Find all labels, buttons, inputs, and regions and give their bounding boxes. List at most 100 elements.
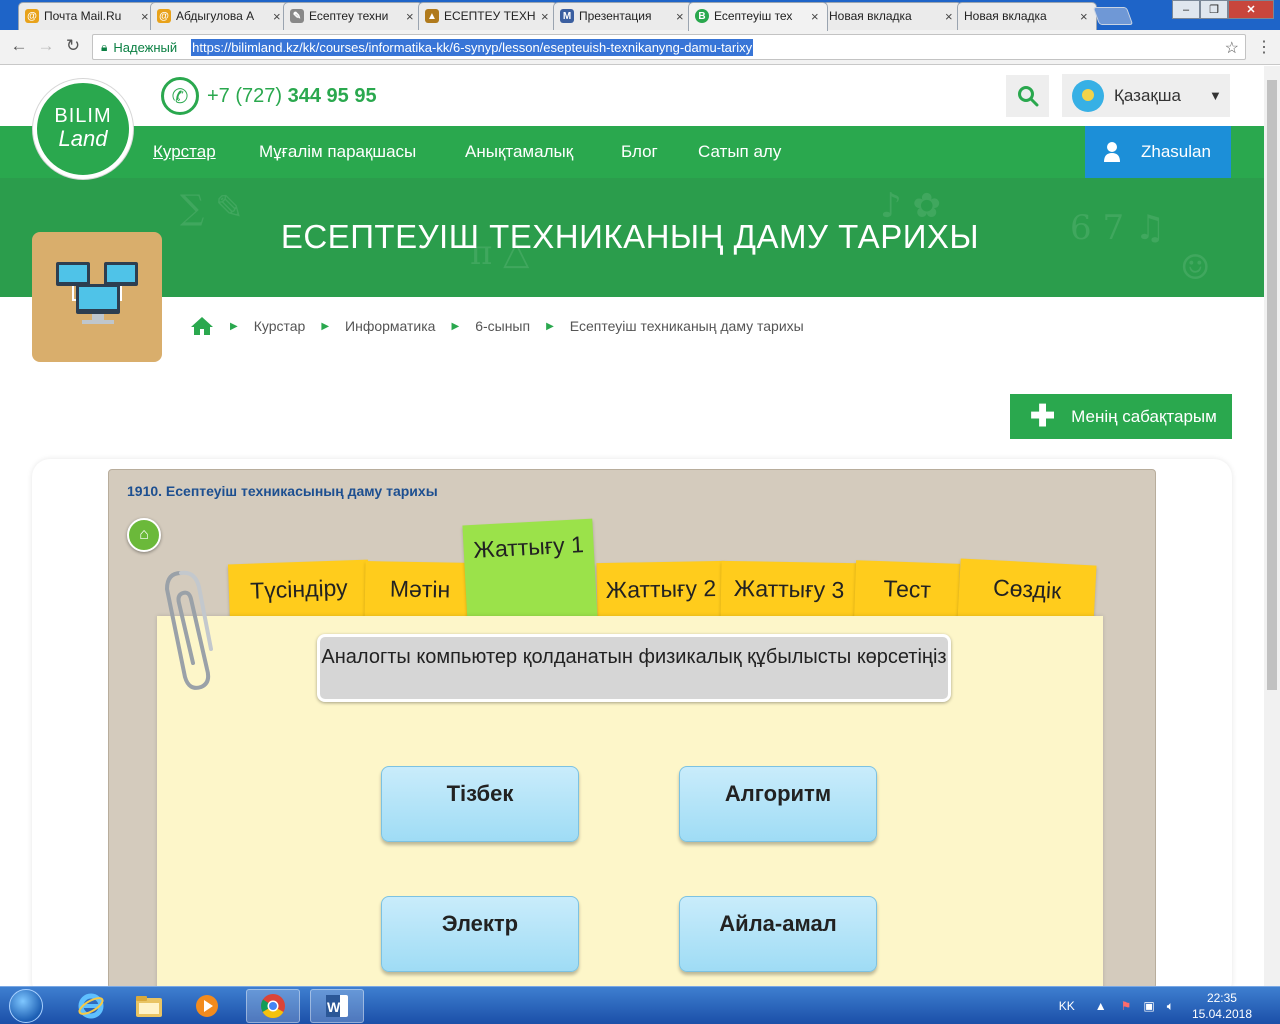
network-icon[interactable]: ▣: [1143, 999, 1154, 1013]
chevron-down-icon: ▼: [1208, 88, 1222, 103]
scrollbar-thumb[interactable]: [1267, 80, 1277, 690]
tab-title: Абдыгулова А: [176, 9, 255, 23]
lesson-home-button[interactable]: ⌂: [127, 518, 161, 552]
browser-tab[interactable]: @ Абдыгулова А ×: [150, 2, 290, 30]
page-banner: ∑ ✎ π △ ♪ ✿ 6 7 ♫ ☺ ЕСЕПТЕУІШ ТЕХНИКАНЫҢ…: [0, 178, 1280, 297]
phone-text: +7 (727) 344 95 95: [207, 85, 377, 108]
show-hidden-icons-icon[interactable]: ▲: [1095, 999, 1107, 1013]
close-tab-icon[interactable]: ×: [945, 9, 955, 24]
tab-title: ЕСЕПТЕУ ТЕХН: [444, 9, 536, 23]
tab-title: Презентация: [579, 9, 652, 23]
breadcrumb-current: Есептеуіш техниканың даму тарихы: [569, 318, 804, 334]
tab-title: Есептеуіш тех: [714, 9, 793, 23]
windows-taskbar: W KK ▲ ⚑ ▣ 🔈︎ 22:35 15.04.2018: [0, 986, 1280, 1024]
mail-icon: @: [157, 9, 171, 23]
volume-icon[interactable]: 🔈︎: [1167, 999, 1174, 1014]
lock-icon: 🔒︎: [101, 39, 108, 54]
flag-warning-icon[interactable]: ⚑: [1121, 999, 1132, 1013]
reload-icon[interactable]: ↻: [62, 36, 84, 56]
nav-item-courses[interactable]: Курстар: [153, 142, 216, 162]
browser-tab[interactable]: @ Почта Mail.Ru ×: [18, 2, 158, 30]
site-icon: M: [560, 9, 574, 23]
browser-menu-icon[interactable]: ⋮: [1256, 37, 1272, 57]
plus-icon: ✚: [1030, 399, 1056, 433]
nav-item-reference[interactable]: Анықтамалық: [465, 142, 573, 162]
clock[interactable]: 22:35 15.04.2018: [1192, 990, 1252, 1022]
close-tab-icon[interactable]: ×: [273, 9, 283, 24]
phone-contact[interactable]: ✆ +7 (727) 344 95 95: [161, 77, 377, 115]
media-player-icon: [196, 995, 218, 1017]
search-icon: [1017, 86, 1038, 107]
user-account-button[interactable]: Zhasulan: [1085, 126, 1231, 178]
close-tab-icon[interactable]: ×: [811, 9, 821, 24]
page-scrollbar[interactable]: [1264, 66, 1280, 986]
taskbar-internet-explorer[interactable]: [64, 989, 118, 1023]
breadcrumb: ▶ Курстар ▶ Информатика ▶ 6-сынып ▶ Есеп…: [190, 316, 804, 336]
close-window-icon[interactable]: ✕: [1228, 0, 1274, 19]
close-tab-icon[interactable]: ×: [676, 9, 686, 24]
bilimland-logo[interactable]: BILIM Land: [33, 79, 133, 179]
answer-option[interactable]: Алгоритм: [679, 766, 877, 842]
taskbar-chrome[interactable]: [246, 989, 300, 1023]
browser-tab[interactable]: ✎ Есептеу техни ×: [283, 2, 423, 30]
browser-tab[interactable]: ▲ ЕСЕПТЕУ ТЕХН ×: [418, 2, 558, 30]
start-button[interactable]: [6, 987, 46, 1024]
breadcrumb-item[interactable]: Информатика: [345, 318, 435, 334]
language-indicator[interactable]: KK: [1059, 999, 1075, 1013]
question-box: Аналогты компьютер қолданатын физикалық …: [317, 634, 951, 702]
home-icon: ⌂: [139, 526, 149, 543]
language-selector[interactable]: Қазақша ▼: [1062, 74, 1230, 117]
logo-text-top: BILIM: [54, 105, 112, 127]
lesson-title: 1910. Есептеуіш техникасының даму тарихы: [127, 483, 438, 499]
answer-option[interactable]: Электр: [381, 896, 579, 972]
taskbar-media-player[interactable]: [180, 989, 234, 1023]
phone-number: 344 95 95: [287, 84, 377, 107]
browser-tab[interactable]: Новая вкладка ×: [957, 2, 1097, 30]
main-navigation: Курстар Мұғалім парақшасы Анықтамалық Бл…: [0, 126, 1280, 178]
answer-option[interactable]: Тізбек: [381, 766, 579, 842]
url-text[interactable]: https://bilimland.kz/kk/courses/informat…: [191, 38, 754, 56]
home-icon[interactable]: [190, 316, 214, 336]
back-icon[interactable]: ←: [8, 36, 30, 56]
answer-option[interactable]: Айла-амал: [679, 896, 877, 972]
breadcrumb-item[interactable]: 6-сынып: [475, 318, 530, 334]
browser-tab[interactable]: M Презентация ×: [553, 2, 693, 30]
document-icon: ✎: [290, 9, 304, 23]
minimize-icon[interactable]: –: [1172, 0, 1200, 19]
chrome-icon: [261, 994, 285, 1019]
computers-icon: [56, 262, 138, 324]
search-button[interactable]: [1006, 75, 1049, 117]
windows-logo-icon: [9, 989, 43, 1023]
forward-icon[interactable]: →: [35, 36, 57, 56]
browser-tab-active[interactable]: B Есептеуіш тех ×: [688, 2, 828, 31]
nav-item-teacher-page[interactable]: Мұғалім парақшасы: [259, 142, 416, 162]
taskbar-file-explorer[interactable]: [122, 989, 176, 1023]
nav-item-blog[interactable]: Блог: [621, 142, 658, 162]
clock-time: 22:35: [1206, 991, 1237, 1005]
browser-tab[interactable]: Новая вкладка ×: [822, 2, 962, 30]
system-tray: KK ▲ ⚑ ▣ 🔈︎ 22:35 15.04.2018: [1059, 987, 1280, 1024]
breadcrumb-item[interactable]: Курстар: [254, 318, 306, 334]
taskbar-word[interactable]: W: [310, 989, 364, 1023]
my-lessons-label: Менің сабақтарым: [1071, 406, 1217, 426]
close-tab-icon[interactable]: ×: [1080, 9, 1090, 24]
close-tab-icon[interactable]: ×: [541, 9, 551, 24]
phone-prefix: +7 (727): [207, 84, 283, 107]
nav-item-purchase[interactable]: Сатып алу: [698, 142, 781, 162]
close-tab-icon[interactable]: ×: [406, 9, 416, 24]
tab-exercise-1[interactable]: Жаттығу 1: [462, 518, 598, 628]
address-bar[interactable]: 🔒︎ Надежный https://bilimland.kz/kk/cour…: [92, 34, 1246, 60]
chevron-right-icon: ▶: [321, 320, 330, 332]
my-lessons-button[interactable]: ✚ Менің сабақтарым: [1010, 394, 1232, 439]
clock-date: 15.04.2018: [1191, 1007, 1252, 1021]
maximize-icon[interactable]: ❐: [1200, 0, 1228, 19]
browser-tab-strip: @ Почта Mail.Ru × @ Абдыгулова А × ✎ Есе…: [0, 0, 1280, 31]
internet-explorer-icon: [78, 993, 104, 1019]
tab-title: Почта Mail.Ru: [44, 9, 122, 23]
user-name: Zhasulan: [1141, 142, 1211, 161]
bookmark-star-icon[interactable]: ☆: [1225, 38, 1239, 58]
window-controls: – ❐ ✕: [1172, 0, 1274, 19]
new-tab-button[interactable]: [1092, 7, 1134, 25]
svg-text:W: W: [327, 999, 341, 1015]
bilimland-icon: B: [695, 9, 709, 23]
